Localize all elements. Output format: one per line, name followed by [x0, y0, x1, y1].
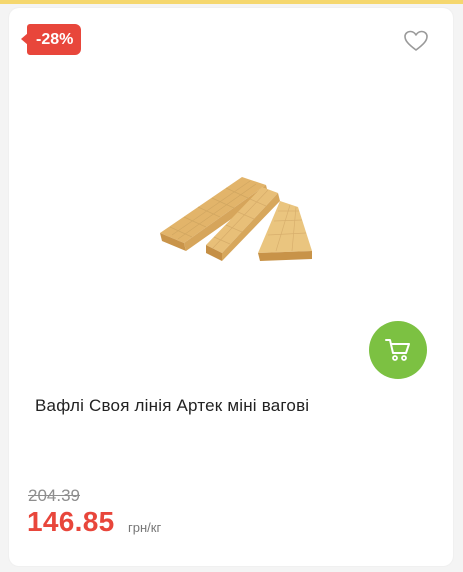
add-to-cart-button[interactable] — [369, 321, 427, 379]
product-card[interactable] — [9, 8, 453, 566]
old-price: 204.39 — [28, 486, 80, 505]
favorite-heart-icon[interactable] — [403, 29, 429, 53]
discount-badge: -28% — [20, 24, 82, 55]
product-image[interactable] — [150, 165, 325, 265]
current-price: 146.85 — [27, 506, 115, 537]
shopping-cart-icon — [385, 339, 410, 361]
product-title[interactable]: Вафлі Своя лінія Артек міні вагові — [35, 396, 425, 416]
top-accent-strip — [0, 0, 463, 4]
price-unit: грн/кг — [128, 520, 162, 535]
